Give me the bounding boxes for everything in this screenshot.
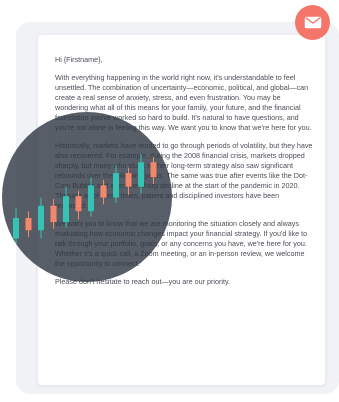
letter-greeting: Hi {Firstname}, bbox=[55, 55, 103, 64]
candle-body bbox=[63, 196, 69, 223]
candle-body bbox=[75, 196, 82, 212]
candle-body bbox=[125, 173, 132, 187]
candle-body bbox=[138, 162, 144, 187]
mail-badge bbox=[295, 5, 330, 40]
mail-icon bbox=[304, 16, 321, 29]
candle-body bbox=[50, 205, 57, 223]
candlestick-graphic bbox=[2, 112, 172, 282]
candle-body bbox=[113, 173, 119, 198]
candle-body bbox=[25, 218, 32, 231]
candle-body bbox=[38, 205, 44, 231]
candle-body bbox=[150, 162, 157, 178]
candlestick-svg bbox=[13, 154, 157, 250]
candle-body bbox=[100, 185, 107, 198]
candle-body bbox=[88, 185, 94, 212]
candle-body bbox=[13, 218, 19, 239]
